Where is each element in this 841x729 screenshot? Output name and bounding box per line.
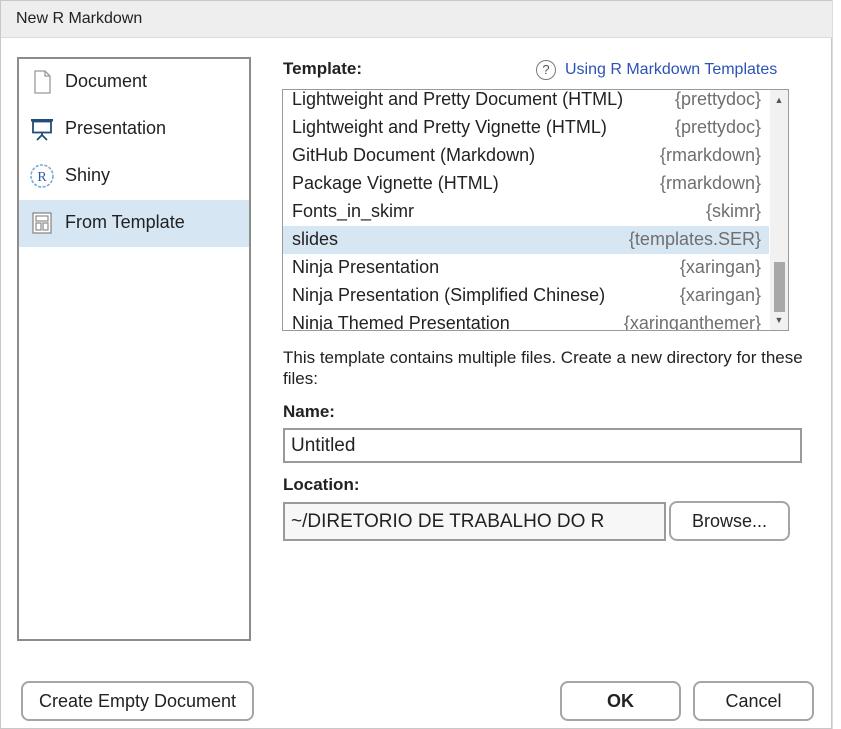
create-empty-document-button[interactable]: Create Empty Document <box>21 681 254 721</box>
list-item[interactable]: Ninja Themed Presentation {xaringantheme… <box>283 310 769 330</box>
help-link-text[interactable]: Using R Markdown Templates <box>565 61 777 78</box>
list-item[interactable]: Fonts_in_skimr {skimr} <box>283 198 769 226</box>
scrollbar-thumb[interactable] <box>774 262 785 312</box>
list-item[interactable]: Lightweight and Pretty Document (HTML) {… <box>283 90 769 114</box>
list-item-selected[interactable]: slides {templates.SER} <box>283 226 769 254</box>
sidebar-item-label: Presentation <box>65 118 167 138</box>
template-description: This template contains multiple files. C… <box>283 348 803 388</box>
browse-button[interactable]: Browse... <box>669 501 790 541</box>
list-item[interactable]: Package Vignette (HTML) {rmarkdown} <box>283 170 769 198</box>
template-list-scrollbar[interactable]: ▲ ▼ <box>770 90 788 330</box>
presentation-easel-icon <box>29 116 55 142</box>
list-item[interactable]: Ninja Presentation (Simplified Chinese) … <box>283 282 769 310</box>
output-type-sidebar: Document Presentation R Shiny From Templ… <box>17 57 251 641</box>
window-title: New R Markdown <box>16 10 143 27</box>
new-r-markdown-dialog: New R Markdown Document Presentation R S… <box>0 0 833 729</box>
help-link[interactable]: ? Using R Markdown Templates <box>536 60 777 82</box>
scroll-up-arrow-icon[interactable]: ▲ <box>770 92 788 108</box>
list-item[interactable]: GitHub Document (Markdown) {rmarkdown} <box>283 142 769 170</box>
template-list[interactable]: Lightweight and Pretty Document (HTML) {… <box>282 89 789 331</box>
cancel-button[interactable]: Cancel <box>693 681 814 721</box>
sidebar-item-label: Document <box>65 71 148 91</box>
document-icon <box>29 69 55 95</box>
location-label: Location: <box>283 475 360 494</box>
background-window-edge <box>832 0 841 729</box>
sidebar-item-label: From Template <box>65 212 185 232</box>
title-bar: New R Markdown <box>1 1 833 38</box>
sidebar-item-document[interactable]: Document <box>19 59 249 106</box>
sidebar-item-label: Shiny <box>65 165 111 185</box>
name-input[interactable] <box>283 428 802 463</box>
help-question-icon: ? <box>536 60 556 80</box>
list-item[interactable]: Lightweight and Pretty Vignette (HTML) {… <box>283 114 769 142</box>
ok-button[interactable]: OK <box>560 681 681 721</box>
sidebar-item-presentation[interactable]: Presentation <box>19 106 249 153</box>
svg-text:R: R <box>37 170 47 185</box>
sidebar-item-shiny[interactable]: R Shiny <box>19 153 249 200</box>
list-item[interactable]: Ninja Presentation {xaringan} <box>283 254 769 282</box>
template-label: Template: <box>283 59 363 78</box>
name-label: Name: <box>283 402 335 421</box>
template-icon <box>29 210 55 236</box>
shiny-r-icon: R <box>29 163 55 189</box>
sidebar-item-from-template[interactable]: From Template <box>19 200 249 247</box>
location-field[interactable]: ~/DIRETORIO DE TRABALHO DO R <box>283 502 666 541</box>
scroll-down-arrow-icon[interactable]: ▼ <box>770 312 788 328</box>
